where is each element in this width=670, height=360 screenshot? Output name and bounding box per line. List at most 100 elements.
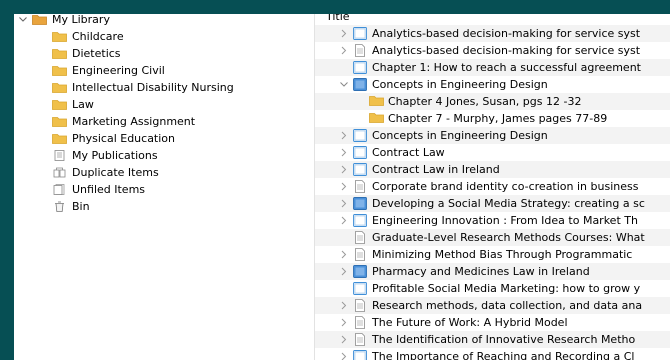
- item-row[interactable]: Graduate-Level Research Methods Courses:…: [315, 229, 670, 246]
- publications-icon: [52, 150, 67, 161]
- item-title: Contract Law in Ireland: [372, 163, 500, 176]
- my-library-row[interactable]: My Library: [14, 14, 314, 28]
- document-icon: [353, 316, 367, 329]
- item-row[interactable]: Chapter 4 Jones, Susan, pgs 12 -32: [315, 93, 670, 110]
- chevron-right-icon[interactable]: [339, 127, 349, 144]
- chevron-right-icon[interactable]: [339, 314, 349, 331]
- items-pane: Title Analytics-based decision-making fo…: [315, 14, 670, 360]
- item-title: Analytics-based decision-making for serv…: [372, 44, 641, 57]
- folder-icon: [52, 31, 67, 42]
- chevron-right-icon[interactable]: [339, 331, 349, 348]
- book-icon: [353, 214, 367, 227]
- item-row[interactable]: Research methods, data collection, and d…: [315, 297, 670, 314]
- collection-engineering-civil-label: Engineering Civil: [72, 64, 165, 77]
- chevron-right-icon[interactable]: [339, 25, 349, 42]
- chevron-right-icon[interactable]: [339, 246, 349, 263]
- document-icon: [353, 231, 367, 244]
- chevron-right-icon[interactable]: [339, 297, 349, 314]
- item-title: Concepts in Engineering Design: [372, 78, 548, 91]
- collection-law-label: Law: [72, 98, 94, 111]
- item-title: Analytics-based decision-making for serv…: [372, 27, 641, 40]
- collection-marketing-assignment-label: Marketing Assignment: [72, 115, 196, 128]
- item-title: Chapter 1: How to reach a successful agr…: [372, 61, 641, 74]
- item-row[interactable]: Contract Law: [315, 144, 670, 161]
- folder-icon: [52, 65, 67, 76]
- item-title: Chapter 7 - Murphy, James pages 77-89: [388, 112, 608, 125]
- item-row[interactable]: Chapter 1: How to reach a successful agr…: [315, 59, 670, 76]
- duplicate-icon: [52, 167, 67, 178]
- chevron-right-icon[interactable]: [339, 212, 349, 229]
- item-title: Profitable Social Media Marketing: how t…: [372, 282, 641, 295]
- chevron-right-icon[interactable]: [339, 178, 349, 195]
- chevron-down-icon[interactable]: [18, 14, 28, 28]
- item-title: The Importance of Reaching and Recording…: [372, 350, 635, 360]
- item-row[interactable]: Contract Law in Ireland: [315, 161, 670, 178]
- book-icon: [353, 146, 367, 159]
- folder-icon: [52, 133, 67, 144]
- item-title: Contract Law: [372, 146, 445, 159]
- book-icon: [353, 350, 367, 360]
- column-header-title[interactable]: Title: [326, 14, 350, 24]
- collection-dietetics-row[interactable]: Dietetics: [14, 45, 314, 62]
- item-title: Graduate-Level Research Methods Courses:…: [372, 231, 645, 244]
- collections-pane: My Library Childcare Dietetics Engineering…: [14, 14, 315, 360]
- item-row[interactable]: The Future of Work: A Hybrid Model: [315, 314, 670, 331]
- item-title: Concepts in Engineering Design: [372, 129, 548, 142]
- my-library-label: My Library: [52, 14, 110, 26]
- collection-physical-education-row[interactable]: Physical Education: [14, 130, 314, 147]
- collection-childcare-row[interactable]: Childcare: [14, 28, 314, 45]
- document-icon: [353, 44, 367, 57]
- item-row[interactable]: Concepts in Engineering Design: [315, 76, 670, 93]
- item-title: Developing a Social Media Strategy: crea…: [372, 197, 645, 210]
- book-dark-icon: [353, 265, 367, 278]
- collection-intellectual-disability-nursing-row[interactable]: Intellectual Disability Nursing: [14, 79, 314, 96]
- trash-icon: [52, 201, 67, 212]
- book-icon: [353, 129, 367, 142]
- folder-icon: [369, 95, 384, 108]
- collection-marketing-assignment-row[interactable]: Marketing Assignment: [14, 113, 314, 130]
- item-title: Research methods, data collection, and d…: [372, 299, 643, 312]
- collection-physical-education-label: Physical Education: [72, 132, 176, 145]
- item-title: The Identification of Innovative Researc…: [372, 333, 636, 346]
- chevron-right-icon[interactable]: [339, 42, 349, 59]
- folder-icon: [52, 48, 67, 59]
- item-row[interactable]: Developing a Social Media Strategy: crea…: [315, 195, 670, 212]
- item-row[interactable]: Analytics-based decision-making for serv…: [315, 25, 670, 42]
- chevron-right-icon[interactable]: [339, 195, 349, 212]
- chevron-right-icon[interactable]: [339, 161, 349, 178]
- item-row[interactable]: Analytics-based decision-making for serv…: [315, 42, 670, 59]
- chevron-right-icon[interactable]: [339, 348, 349, 360]
- chevron-right-icon[interactable]: [339, 144, 349, 161]
- chevron-down-icon[interactable]: [339, 76, 349, 93]
- chevron-right-icon[interactable]: [339, 263, 349, 280]
- item-title: Pharmacy and Medicines Law in Ireland: [372, 265, 590, 278]
- item-row[interactable]: Profitable Social Media Marketing: how t…: [315, 280, 670, 297]
- collection-engineering-civil-row[interactable]: Engineering Civil: [14, 62, 314, 79]
- book-dark-icon: [353, 197, 367, 210]
- my-publications-row[interactable]: My Publications: [14, 147, 314, 164]
- item-row[interactable]: Chapter 7 - Murphy, James pages 77-89: [315, 110, 670, 127]
- document-icon: [353, 299, 367, 312]
- item-title: Minimizing Method Bias Through Programma…: [372, 248, 633, 261]
- collection-dietetics-label: Dietetics: [72, 47, 121, 60]
- duplicate-items-row[interactable]: Duplicate Items: [14, 164, 314, 181]
- item-title: Corporate brand identity co-creation in …: [372, 180, 639, 193]
- collection-law-row[interactable]: Law: [14, 96, 314, 113]
- item-row[interactable]: Corporate brand identity co-creation in …: [315, 178, 670, 195]
- folder-icon: [52, 82, 67, 93]
- unfiled-items-row[interactable]: Unfiled Items: [14, 181, 314, 198]
- book-icon: [353, 61, 367, 74]
- item-row[interactable]: The Importance of Reaching and Recording…: [315, 348, 670, 360]
- zotero-window: My Library Childcare Dietetics Engineering…: [14, 14, 670, 360]
- book-icon: [353, 27, 367, 40]
- duplicate-items-label: Duplicate Items: [72, 166, 159, 179]
- item-row[interactable]: Engineering Innovation : From Idea to Ma…: [315, 212, 670, 229]
- item-row[interactable]: Pharmacy and Medicines Law in Ireland: [315, 263, 670, 280]
- item-row[interactable]: The Identification of Innovative Researc…: [315, 331, 670, 348]
- item-row[interactable]: Minimizing Method Bias Through Programma…: [315, 246, 670, 263]
- item-title: Engineering Innovation : From Idea to Ma…: [372, 214, 638, 227]
- document-icon: [353, 333, 367, 346]
- bin-row[interactable]: Bin: [14, 198, 314, 215]
- folder-icon: [52, 99, 67, 110]
- item-row[interactable]: Concepts in Engineering Design: [315, 127, 670, 144]
